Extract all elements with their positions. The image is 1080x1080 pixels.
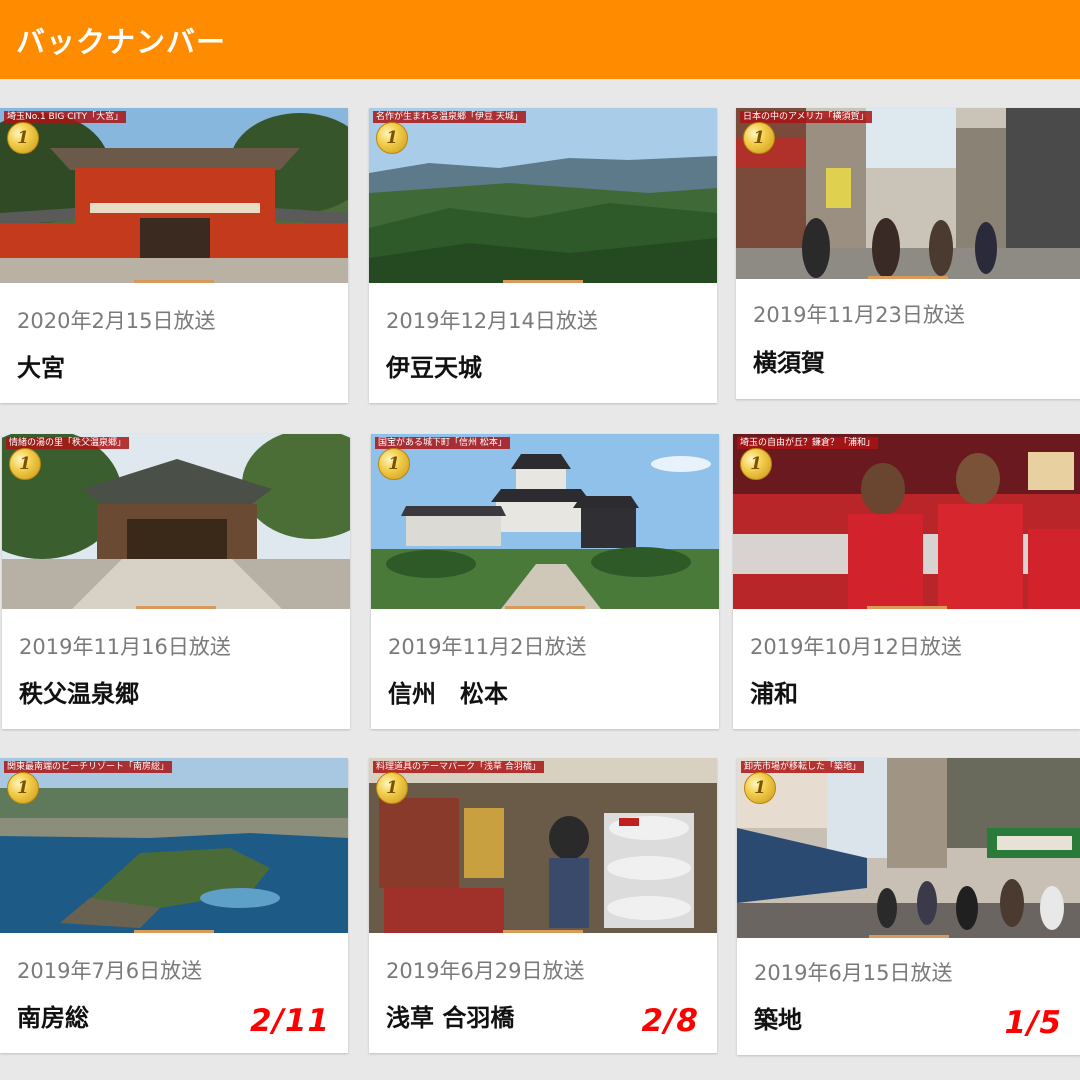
- thumbnail-caption: 名作が生まれる温泉郷「伊豆 天城」: [373, 111, 526, 123]
- thumbnail-image: 国宝がある城下町「信州 松本」 1: [371, 434, 719, 609]
- thumbnail-caption: 関東最南端のビーチリゾート「南房総」: [4, 761, 173, 773]
- thumbnail-image: 名作が生まれる温泉郷「伊豆 天城」 1: [369, 108, 717, 283]
- thumbnail-image: 情緒の湯の里「秩父温泉郷」 1: [2, 434, 350, 609]
- thumbnail-bar: [503, 930, 583, 933]
- backnumber-card-omiya[interactable]: 埼玉No.1 BIG CITY「大宮」 1 2020年2月15日放送 大宮: [0, 108, 348, 403]
- gold-medal-icon: 1: [7, 772, 39, 804]
- backnumber-card-tsukiji[interactable]: 卸売市場が移転した「築地」 1 2019年6月15日放送 築地 1/5: [737, 758, 1080, 1055]
- photo-count: 1/5: [1004, 1005, 1062, 1041]
- broadcast-date: 2019年11月23日放送: [753, 303, 965, 327]
- gold-medal-icon: 1: [376, 122, 408, 154]
- backnumber-card-chichibu[interactable]: 情緒の湯の里「秩父温泉郷」 1 2019年11月16日放送 秩父温泉郷: [2, 434, 350, 729]
- page-title: バックナンバー: [16, 24, 227, 59]
- backnumber-card-matsumoto[interactable]: 国宝がある城下町「信州 松本」 1 2019年11月2日放送 信州 松本: [371, 434, 719, 729]
- location-name: 浅草 合羽橋: [386, 1004, 515, 1032]
- thumbnail-bar: [503, 280, 583, 283]
- gold-medal-icon: 1: [7, 122, 39, 154]
- thumbnail-bar: [136, 606, 216, 609]
- gold-medal-icon: 1: [743, 122, 775, 154]
- page-header: バックナンバー: [0, 0, 1080, 79]
- gold-medal-icon: 1: [378, 448, 410, 480]
- thumbnail-bar: [134, 930, 214, 933]
- thumbnail-image: 埼玉No.1 BIG CITY「大宮」 1: [0, 108, 348, 283]
- broadcast-date: 2019年11月16日放送: [19, 635, 231, 659]
- thumbnail-bar: [134, 280, 214, 283]
- thumbnail-bar: [866, 606, 947, 609]
- backnumber-card-yokosuka[interactable]: 日本の中のアメリカ「横須賀」 1 2019年11月23日放送 横須賀: [736, 108, 1080, 399]
- location-name: 伊豆天城: [386, 354, 482, 382]
- backnumber-card-urawa[interactable]: 埼玉の自由が丘？鎌倉？「浦和」 1 2019年10月12日放送 浦和: [733, 434, 1080, 729]
- location-name: 横須賀: [753, 349, 825, 377]
- broadcast-date: 2019年6月15日放送: [754, 961, 953, 985]
- broadcast-date: 2020年2月15日放送: [17, 309, 216, 333]
- location-name: 南房総: [17, 1004, 89, 1032]
- thumbnail-bar: [505, 606, 585, 609]
- gold-medal-icon: 1: [744, 772, 776, 804]
- thumbnail-bar: [868, 276, 948, 279]
- thumbnail-caption: 料理道具のテーマパーク「浅草 合羽橋」: [373, 761, 544, 773]
- location-name: 信州 松本: [388, 680, 508, 708]
- thumbnail-image: 卸売市場が移転した「築地」 1: [737, 758, 1080, 938]
- thumbnail-bar: [868, 935, 949, 938]
- gold-medal-icon: 1: [376, 772, 408, 804]
- photo-count: 2/8: [641, 1003, 699, 1039]
- gold-medal-icon: 1: [740, 448, 772, 480]
- thumbnail-image: 関東最南端のビーチリゾート「南房総」 1: [0, 758, 348, 933]
- broadcast-date: 2019年6月29日放送: [386, 959, 585, 983]
- backnumber-card-minamiboso[interactable]: 関東最南端のビーチリゾート「南房総」 1 2019年7月6日放送 南房総 2/1…: [0, 758, 348, 1053]
- backnumber-card-kappabashi[interactable]: 料理道具のテーマパーク「浅草 合羽橋」 1 2019年6月29日放送 浅草 合羽…: [369, 758, 717, 1053]
- broadcast-date: 2019年11月2日放送: [388, 635, 587, 659]
- thumbnail-image: 埼玉の自由が丘？鎌倉？「浦和」 1: [733, 434, 1080, 609]
- broadcast-date: 2019年12月14日放送: [386, 309, 598, 333]
- broadcast-date: 2019年10月12日放送: [750, 635, 962, 659]
- thumbnail-image: 日本の中のアメリカ「横須賀」 1: [736, 108, 1080, 279]
- backnumber-card-izu-amagi[interactable]: 名作が生まれる温泉郷「伊豆 天城」 1 2019年12月14日放送 伊豆天城: [369, 108, 717, 403]
- location-name: 築地: [754, 1006, 802, 1034]
- location-name: 浦和: [750, 680, 798, 708]
- thumbnail-image: 料理道具のテーマパーク「浅草 合羽橋」 1: [369, 758, 717, 933]
- photo-count: 2/11: [249, 1003, 330, 1039]
- broadcast-date: 2019年7月6日放送: [17, 959, 203, 983]
- location-name: 秩父温泉郷: [19, 680, 139, 708]
- gold-medal-icon: 1: [9, 448, 41, 480]
- location-name: 大宮: [17, 354, 65, 382]
